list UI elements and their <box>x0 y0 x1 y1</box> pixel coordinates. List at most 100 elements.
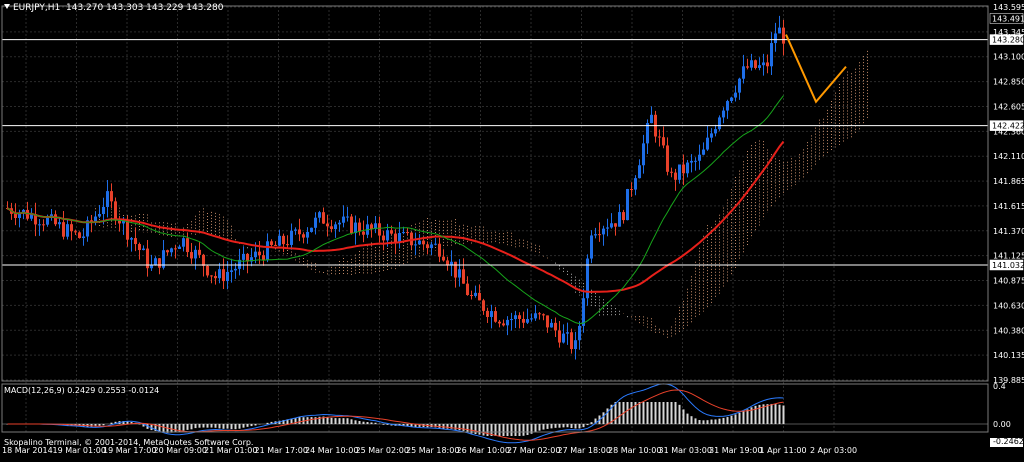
chart-header[interactable]: EURJPY,H1 143.270 143.303 143.229 143.28… <box>4 3 223 13</box>
candle-body <box>82 236 85 239</box>
macd-histogram-bar <box>778 404 781 424</box>
candle-body <box>526 319 529 323</box>
candle-body <box>118 220 121 224</box>
macd-histogram-bar <box>210 424 213 428</box>
macd-histogram-bar <box>182 424 185 431</box>
macd-histogram-bar <box>718 418 721 424</box>
macd-histogram-bar <box>578 424 581 429</box>
candle-body <box>78 232 81 239</box>
candle-body <box>106 191 109 207</box>
macd-histogram-bar <box>734 414 737 424</box>
candle-body <box>202 254 205 266</box>
candle-body <box>622 212 625 221</box>
ma-fast-line <box>7 95 784 325</box>
macd-histogram-bar <box>670 402 673 424</box>
price-highlight-label: 141.032 <box>992 261 1024 270</box>
macd-histogram-bar <box>542 424 545 430</box>
candle-body <box>658 136 661 138</box>
forecast-path <box>785 34 847 104</box>
candle-body <box>750 60 753 68</box>
candle-body <box>98 213 101 217</box>
price-tick-label: 140.630 <box>993 301 1024 310</box>
candle-body <box>130 238 133 240</box>
price-highlight-label: 143.491 <box>992 14 1024 23</box>
dropdown-triangle-icon[interactable] <box>4 4 10 9</box>
candle-body <box>158 258 161 268</box>
macd-histogram-bar <box>658 402 661 424</box>
candle-body <box>594 234 597 236</box>
candle-body <box>554 322 557 331</box>
macd-histogram-bar <box>266 422 269 424</box>
candle-body <box>510 319 513 321</box>
candle-body <box>186 238 189 253</box>
candle-body <box>478 292 481 301</box>
macd-histogram-bar <box>678 404 681 424</box>
candle-body <box>382 235 385 241</box>
candle-body <box>322 212 325 224</box>
price-tick-label: 141.125 <box>993 252 1024 261</box>
candle-body <box>506 319 509 326</box>
candle-body <box>314 217 317 228</box>
candle-body <box>174 248 177 250</box>
candle-body <box>114 201 117 221</box>
candle-body <box>546 315 549 328</box>
time-tick-label: 27 Mar 02:00 <box>507 446 560 455</box>
candle-body <box>598 234 601 236</box>
candle-body <box>438 243 441 257</box>
candle-body <box>574 340 577 350</box>
candle-body <box>266 241 269 261</box>
macd-histogram-bar <box>366 422 369 424</box>
candle-body <box>470 295 473 297</box>
candle-body <box>354 222 357 234</box>
macd-histogram-bar <box>386 424 389 425</box>
macd-histogram-bar <box>562 424 565 428</box>
macd-histogram-bar <box>362 421 365 424</box>
time-tick-label: 26 Mar 10:00 <box>457 446 510 455</box>
macd-histogram-bar <box>354 420 357 424</box>
macd-histogram-bar <box>738 412 741 424</box>
grid <box>2 6 988 432</box>
time-tick-label: 31 Mar 19:00 <box>709 446 762 455</box>
macd-histogram-bar <box>510 424 513 436</box>
candle-body <box>378 223 381 236</box>
candle-body <box>462 269 465 284</box>
candle-body <box>110 191 113 202</box>
candle-body <box>346 216 349 218</box>
macd-histogram-bar <box>190 424 193 430</box>
candle-body <box>358 222 361 232</box>
price-tick-label: 142.605 <box>993 102 1024 111</box>
macd-histogram-bar <box>202 424 205 428</box>
candle-body <box>558 330 561 343</box>
candlesticks[interactable] <box>6 15 785 360</box>
macd-histogram-bar <box>438 424 441 428</box>
candle-body <box>474 292 477 296</box>
candle-body <box>466 283 469 296</box>
candle-body <box>342 216 345 223</box>
macd-histogram-bar <box>686 413 689 424</box>
candle-body <box>762 62 765 66</box>
macd-histogram-bar <box>714 419 717 424</box>
time-tick-label: 24 Mar 10:00 <box>305 446 358 455</box>
candle-body <box>54 214 57 225</box>
macd-histogram-bar <box>358 420 361 424</box>
candle-body <box>134 238 137 245</box>
candle-body <box>222 269 225 282</box>
macd-histogram-bar <box>782 405 785 424</box>
macd-histogram-bar <box>590 422 593 424</box>
macd-histogram-bar <box>458 424 461 431</box>
time-tick-label: 19 Mar 01:00 <box>53 446 106 455</box>
macd-histogram-bar <box>474 424 477 435</box>
candle-body <box>670 171 673 173</box>
candle-body <box>606 227 609 229</box>
candle-body <box>66 224 69 237</box>
macd-tick-label: -0.2462 <box>993 437 1024 446</box>
candle-body <box>686 162 689 174</box>
macd-histogram-bar <box>250 424 253 427</box>
candle-body <box>426 244 429 249</box>
macd-histogram-bar <box>314 417 317 424</box>
macd-histogram-bar <box>642 402 645 424</box>
candle-body <box>702 149 705 155</box>
candle-body <box>350 216 353 234</box>
candle-body <box>126 220 129 240</box>
time-tick-label: 25 Mar 18:00 <box>406 446 459 455</box>
